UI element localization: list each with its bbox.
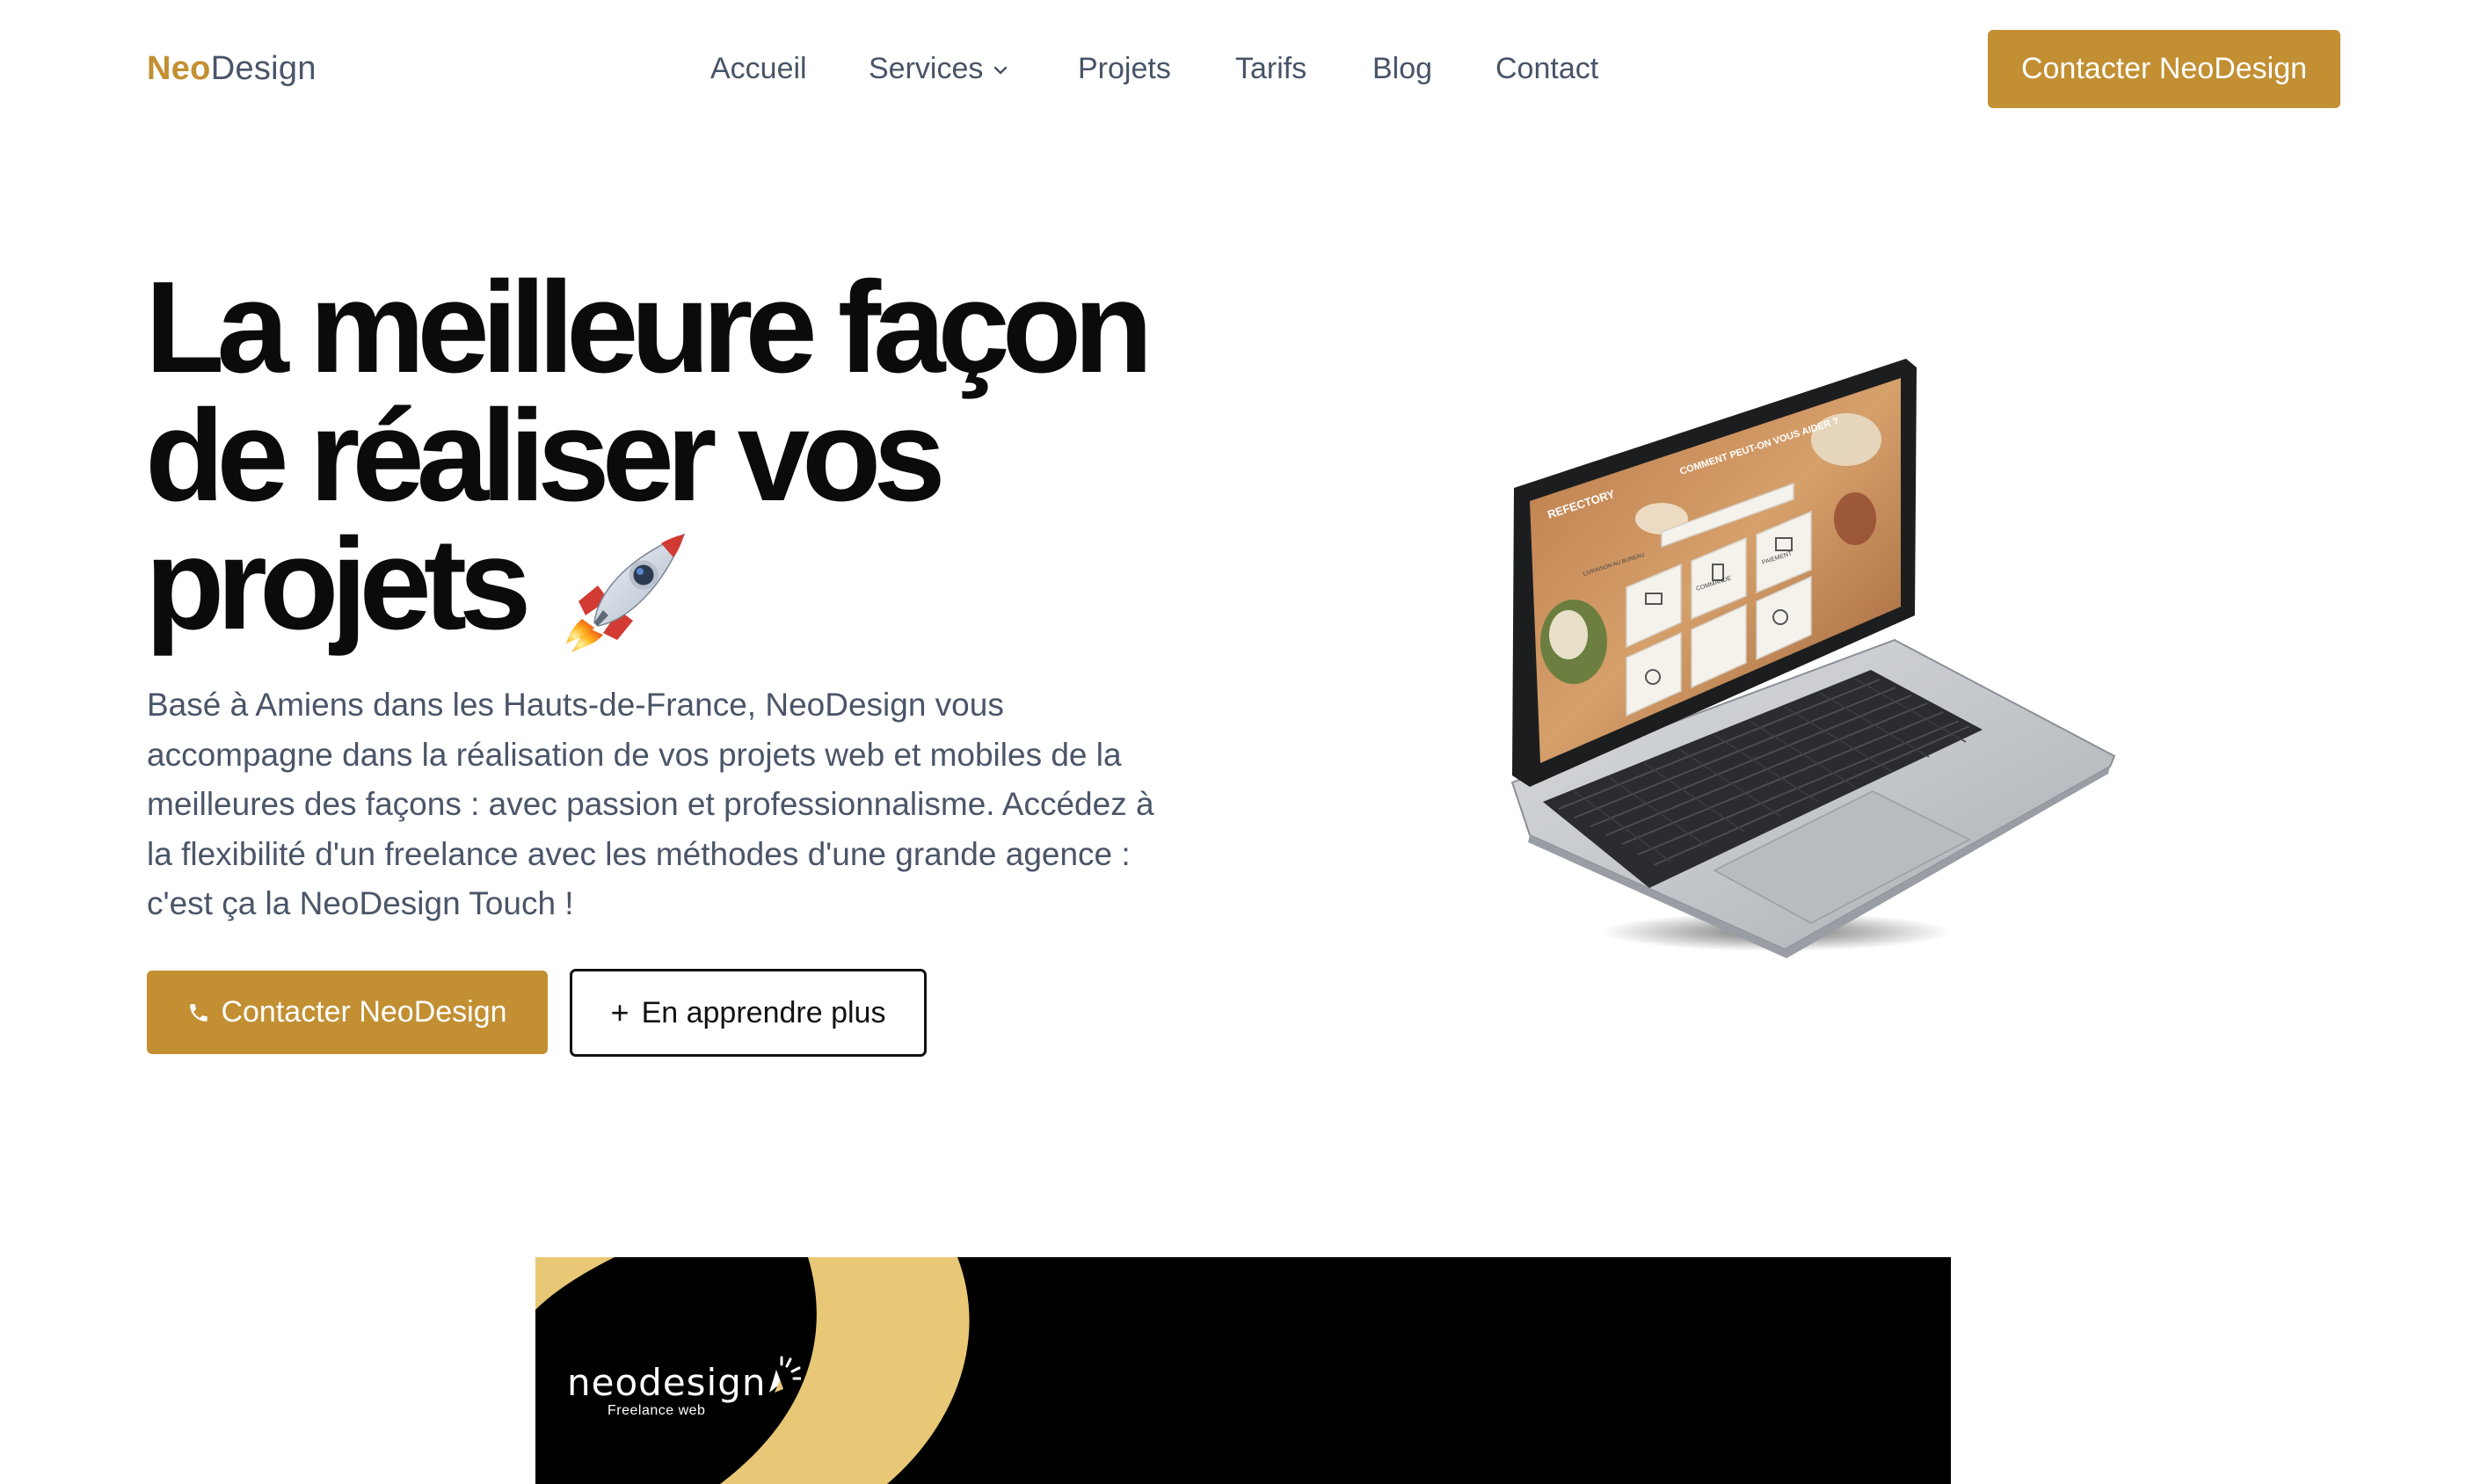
hero-contact-button-label: Contacter NeoDesign	[221, 995, 507, 1029]
header-contact-button[interactable]: Contacter NeoDesign	[1988, 30, 2340, 108]
nav-item-projets[interactable]: Projets	[1078, 46, 1171, 91]
hero-contact-button[interactable]: Contacter NeoDesign	[147, 971, 548, 1054]
hero-title-line-2: de réaliser vos	[145, 383, 946, 528]
chevron-down-icon	[994, 66, 1008, 75]
nav-item-tarifs[interactable]: Tarifs	[1235, 46, 1306, 91]
nav-item-services[interactable]: Services	[869, 46, 1009, 91]
hero-description: Basé à Amiens dans les Hauts-de-France, …	[147, 687, 1154, 921]
banner-logo-text: neodesign	[567, 1361, 767, 1404]
promo-video-banner[interactable]: neodesign Freelance web	[535, 1257, 1951, 1484]
plus-icon: +	[610, 994, 629, 1030]
banner-tagline: Freelance web	[608, 1403, 706, 1418]
cursor-sparkle-icon	[769, 1356, 801, 1393]
hero-title-line-1: La meilleure façon	[145, 255, 1153, 400]
nav-item-contact[interactable]: Contact	[1495, 46, 1598, 91]
nav-item-accueil[interactable]: Accueil	[710, 46, 807, 91]
rocket-icon	[566, 533, 686, 652]
nav-item-blog[interactable]: Blog	[1372, 46, 1432, 91]
learn-more-button-label: En apprendre plus	[641, 995, 886, 1029]
phone-icon	[190, 1003, 208, 1022]
laptop-mockup-image: REFECTORY COMMENT PEUT-ON VOUS AIDER ? L…	[1510, 359, 2116, 958]
nav-item-services-label: Services	[869, 52, 984, 85]
learn-more-button[interactable]: + En apprendre plus	[570, 969, 927, 1057]
